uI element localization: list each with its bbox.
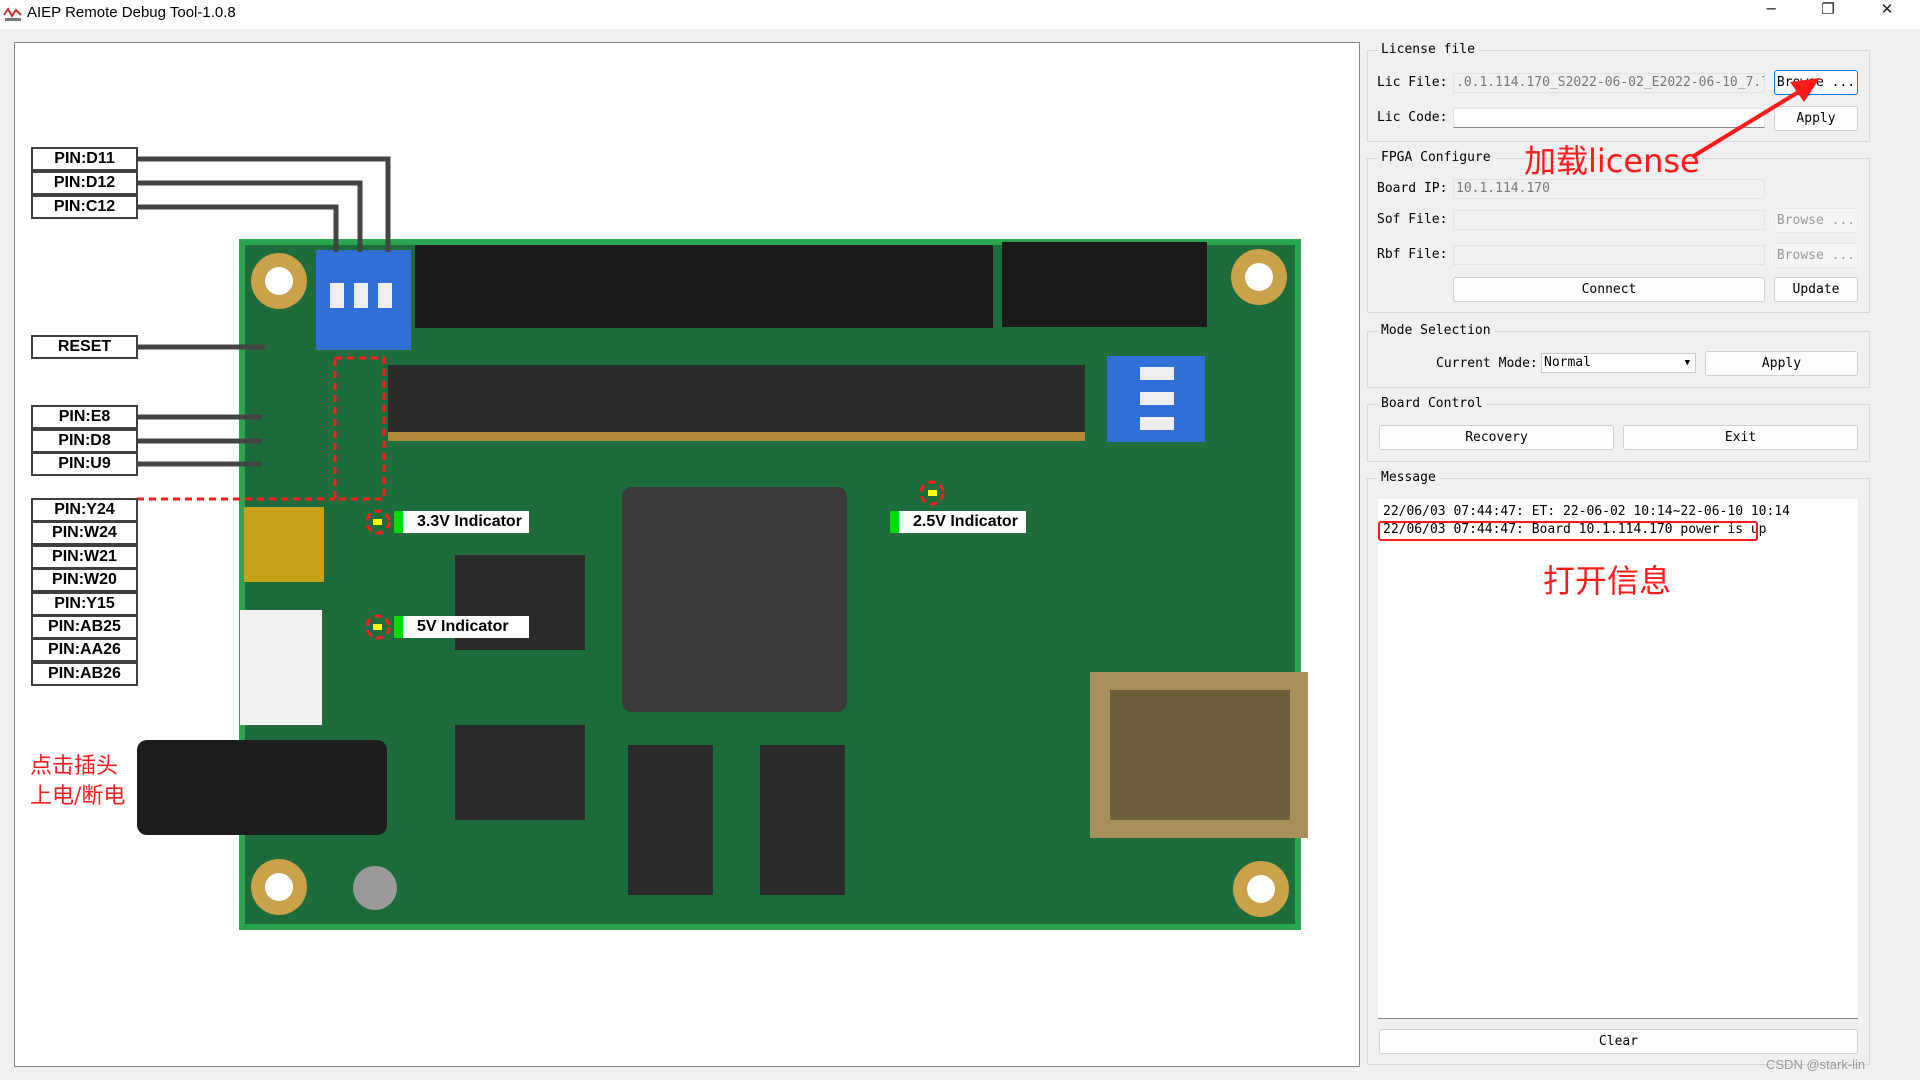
- reset-label: RESET: [31, 335, 138, 359]
- exit-button[interactable]: Exit: [1623, 425, 1858, 450]
- current-mode-label: Current Mode:: [1436, 356, 1538, 371]
- close-button[interactable]: ✕: [1864, 0, 1910, 29]
- pin-label: PIN:AA26: [31, 638, 138, 662]
- dropdown-arrow-icon: ▼: [1684, 358, 1690, 368]
- message-group-title: Message: [1377, 470, 1440, 485]
- rbf-file-field[interactable]: [1453, 245, 1765, 265]
- update-button[interactable]: Update: [1774, 277, 1858, 302]
- indicator-2v5-label: 2.5V Indicator: [890, 511, 1026, 533]
- mode-apply-button[interactable]: Apply: [1705, 351, 1858, 376]
- mode-group-title: Mode Selection: [1377, 323, 1495, 338]
- sof-file-label: Sof File:: [1377, 212, 1448, 227]
- restore-button[interactable]: ❐: [1805, 0, 1851, 29]
- message-highlight-box: [1378, 521, 1758, 541]
- rbf-browse-button[interactable]: Browse ...: [1774, 243, 1858, 268]
- mode-select-value: Normal: [1544, 355, 1591, 370]
- clear-button[interactable]: Clear: [1379, 1029, 1858, 1054]
- sof-file-field[interactable]: [1453, 210, 1765, 230]
- board-control-title: Board Control: [1377, 396, 1487, 411]
- rbf-file-label: Rbf File:: [1377, 247, 1448, 262]
- header-connector: [415, 245, 993, 328]
- power-note-line1: 点击插头: [30, 754, 119, 779]
- message-line: 22/06/03 07:44:47: ET: 22-06-02 10:14~22…: [1383, 504, 1790, 519]
- fpga-group-title: FPGA Configure: [1377, 150, 1495, 165]
- indicator-3v3-label: 3.3V Indicator: [394, 511, 529, 533]
- power-note-line2: 上电/断电: [30, 784, 126, 809]
- pin-label: PIN:AB25: [31, 615, 138, 639]
- pin-label: PIN:AB26: [31, 662, 138, 686]
- usb-connector: [244, 507, 324, 582]
- board-photo: [137, 156, 1308, 930]
- pin-label: PIN:U9: [31, 452, 138, 476]
- minimize-button[interactable]: ─: [1748, 0, 1794, 29]
- white-connector: [240, 610, 322, 725]
- pin-label: PIN:D8: [31, 429, 138, 453]
- pin-label: PIN:W24: [31, 521, 138, 545]
- lic-file-label: Lic File:: [1377, 75, 1448, 90]
- lic-code-label: Lic Code:: [1377, 110, 1448, 125]
- som-connector: [388, 365, 1085, 440]
- load-license-annotation: 加载license: [1524, 142, 1700, 180]
- sof-browse-button[interactable]: Browse ...: [1774, 208, 1858, 233]
- open-info-annotation: 打开信息: [1543, 562, 1672, 600]
- indicator-5v-label: 5V Indicator: [394, 616, 529, 638]
- board-ip-field[interactable]: 10.1.114.170: [1453, 179, 1765, 199]
- recovery-button[interactable]: Recovery: [1379, 425, 1614, 450]
- license-group-title: License file: [1377, 42, 1479, 57]
- pin-label: PIN:E8: [31, 405, 138, 429]
- pin-label: PIN:Y24: [31, 498, 138, 522]
- pin-label: PIN:W21: [31, 545, 138, 569]
- soc-chip: [622, 487, 847, 712]
- pin-label: PIN:D11: [31, 147, 138, 171]
- connect-button[interactable]: Connect: [1453, 277, 1765, 302]
- pin-label: PIN:D12: [31, 171, 138, 195]
- watermark: CSDN @stark-lin: [1766, 1057, 1866, 1072]
- pin-label: PIN:C12: [31, 195, 138, 219]
- pin-label: PIN:W20: [31, 568, 138, 592]
- header-connector-2: [1002, 242, 1207, 327]
- pin-label: PIN:Y15: [31, 592, 138, 616]
- red-arrow-icon: [1690, 78, 1820, 159]
- board-ip-label: Board IP:: [1377, 181, 1448, 196]
- mode-select[interactable]: Normal ▼: [1541, 353, 1696, 373]
- power-plug: [137, 740, 387, 835]
